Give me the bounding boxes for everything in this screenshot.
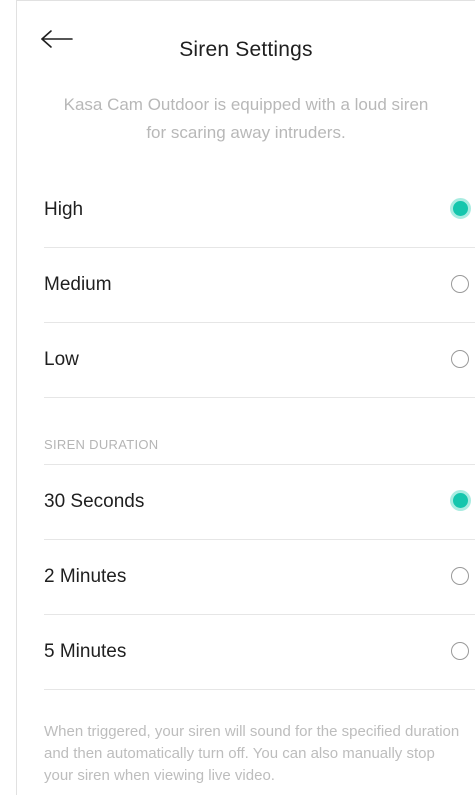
- section-header-siren-duration: SIREN DURATION: [44, 398, 475, 465]
- page-description: Kasa Cam Outdoor is equipped with a loud…: [63, 95, 429, 142]
- radio-selected[interactable]: [450, 198, 471, 219]
- radio-unselected[interactable]: [451, 567, 469, 585]
- option-label: Medium: [44, 274, 112, 295]
- siren-volume-list: High Medium Low SIREN DURATION 30 Second…: [44, 173, 475, 690]
- option-label: Low: [44, 349, 79, 370]
- option-label: 5 Minutes: [44, 641, 127, 662]
- radio-selected[interactable]: [450, 490, 471, 511]
- footer-note: When triggered, your siren will sound fo…: [44, 723, 460, 784]
- siren-settings-screen: Siren Settings Kasa Cam Outdoor is equip…: [16, 0, 475, 795]
- option-row-medium[interactable]: Medium: [44, 248, 475, 323]
- option-row-low[interactable]: Low: [44, 323, 475, 398]
- option-row-5-minutes[interactable]: 5 Minutes: [44, 615, 475, 690]
- radio-unselected[interactable]: [451, 275, 469, 293]
- option-row-30-seconds[interactable]: 30 Seconds: [44, 465, 475, 540]
- radio-unselected[interactable]: [451, 642, 469, 660]
- option-row-high[interactable]: High: [44, 173, 475, 248]
- option-row-2-minutes[interactable]: 2 Minutes: [44, 540, 475, 615]
- section-label: SIREN DURATION: [44, 437, 159, 452]
- page-title: Siren Settings: [179, 38, 313, 61]
- header: Siren Settings: [17, 1, 475, 81]
- option-label: 30 Seconds: [44, 491, 145, 512]
- option-label: High: [44, 199, 84, 220]
- option-label: 2 Minutes: [44, 566, 127, 587]
- radio-unselected[interactable]: [451, 350, 469, 368]
